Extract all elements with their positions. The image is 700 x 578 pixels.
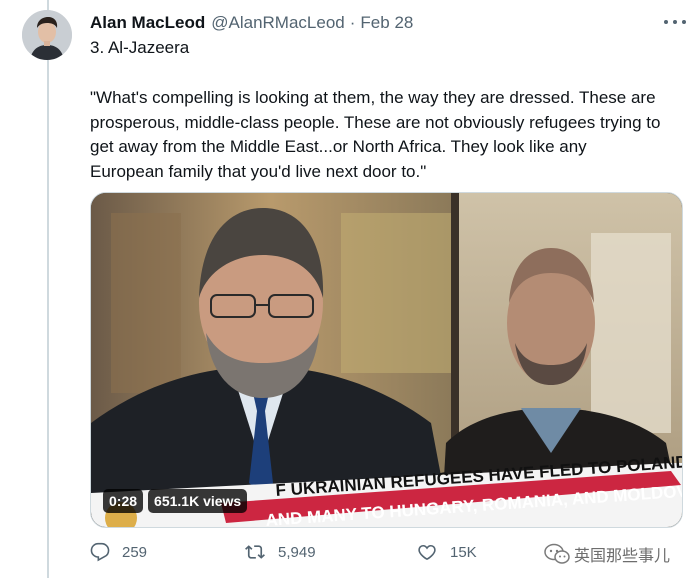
retweet-button[interactable]: 5,949 (244, 542, 316, 562)
video-views: 651.1K views (148, 489, 248, 513)
tweet-text-line: prosperous, middle-class people. These a… (90, 112, 661, 132)
heart-icon (418, 544, 436, 560)
video-thumbnail: F UKRAINIAN REFUGEES HAVE FLED TO POLAND… (91, 193, 682, 527)
wechat-icon (544, 543, 570, 564)
reply-icon (90, 542, 110, 562)
reply-count: 259 (122, 543, 148, 561)
retweet-icon (245, 545, 265, 559)
thread-line (47, 0, 49, 578)
video-duration: 0:28 (103, 489, 144, 513)
watermark-text: 英国那些事儿 (574, 548, 671, 565)
author-name[interactable]: Alan MacLeod (90, 13, 205, 33)
video-player[interactable]: F UKRAINIAN REFUGEES HAVE FLED TO POLAND… (90, 192, 683, 528)
tweet-header: Alan MacLeod @AlanRMacLeod · Feb 28 (90, 13, 413, 33)
tweet-text-line: "What's compelling is looking at them, t… (90, 88, 656, 107)
reply-button[interactable]: 259 (90, 542, 147, 562)
watermark: 英国那些事儿 (544, 542, 670, 566)
separator-dot: · (349, 13, 356, 32)
tweet-date[interactable]: Feb 28 (360, 13, 413, 33)
tweet-text-line: get away from the Middle East...or North… (90, 137, 587, 156)
retweet-count: 5,949 (278, 543, 316, 561)
avatar[interactable] (22, 10, 72, 60)
like-button[interactable]: 15K (416, 542, 477, 562)
tweet-subtitle: 3. Al-Jazeera (90, 38, 190, 57)
like-count: 15K (450, 543, 477, 561)
author-handle[interactable]: @AlanRMacLeod (211, 13, 345, 33)
more-dots-icon[interactable] (664, 12, 686, 32)
tweet-text: "What's compelling is looking at them, t… (90, 86, 690, 184)
tweet-text-line: European family that you'd live next doo… (90, 161, 427, 181)
video-overlay: 0:28 651.1K views (103, 489, 248, 513)
